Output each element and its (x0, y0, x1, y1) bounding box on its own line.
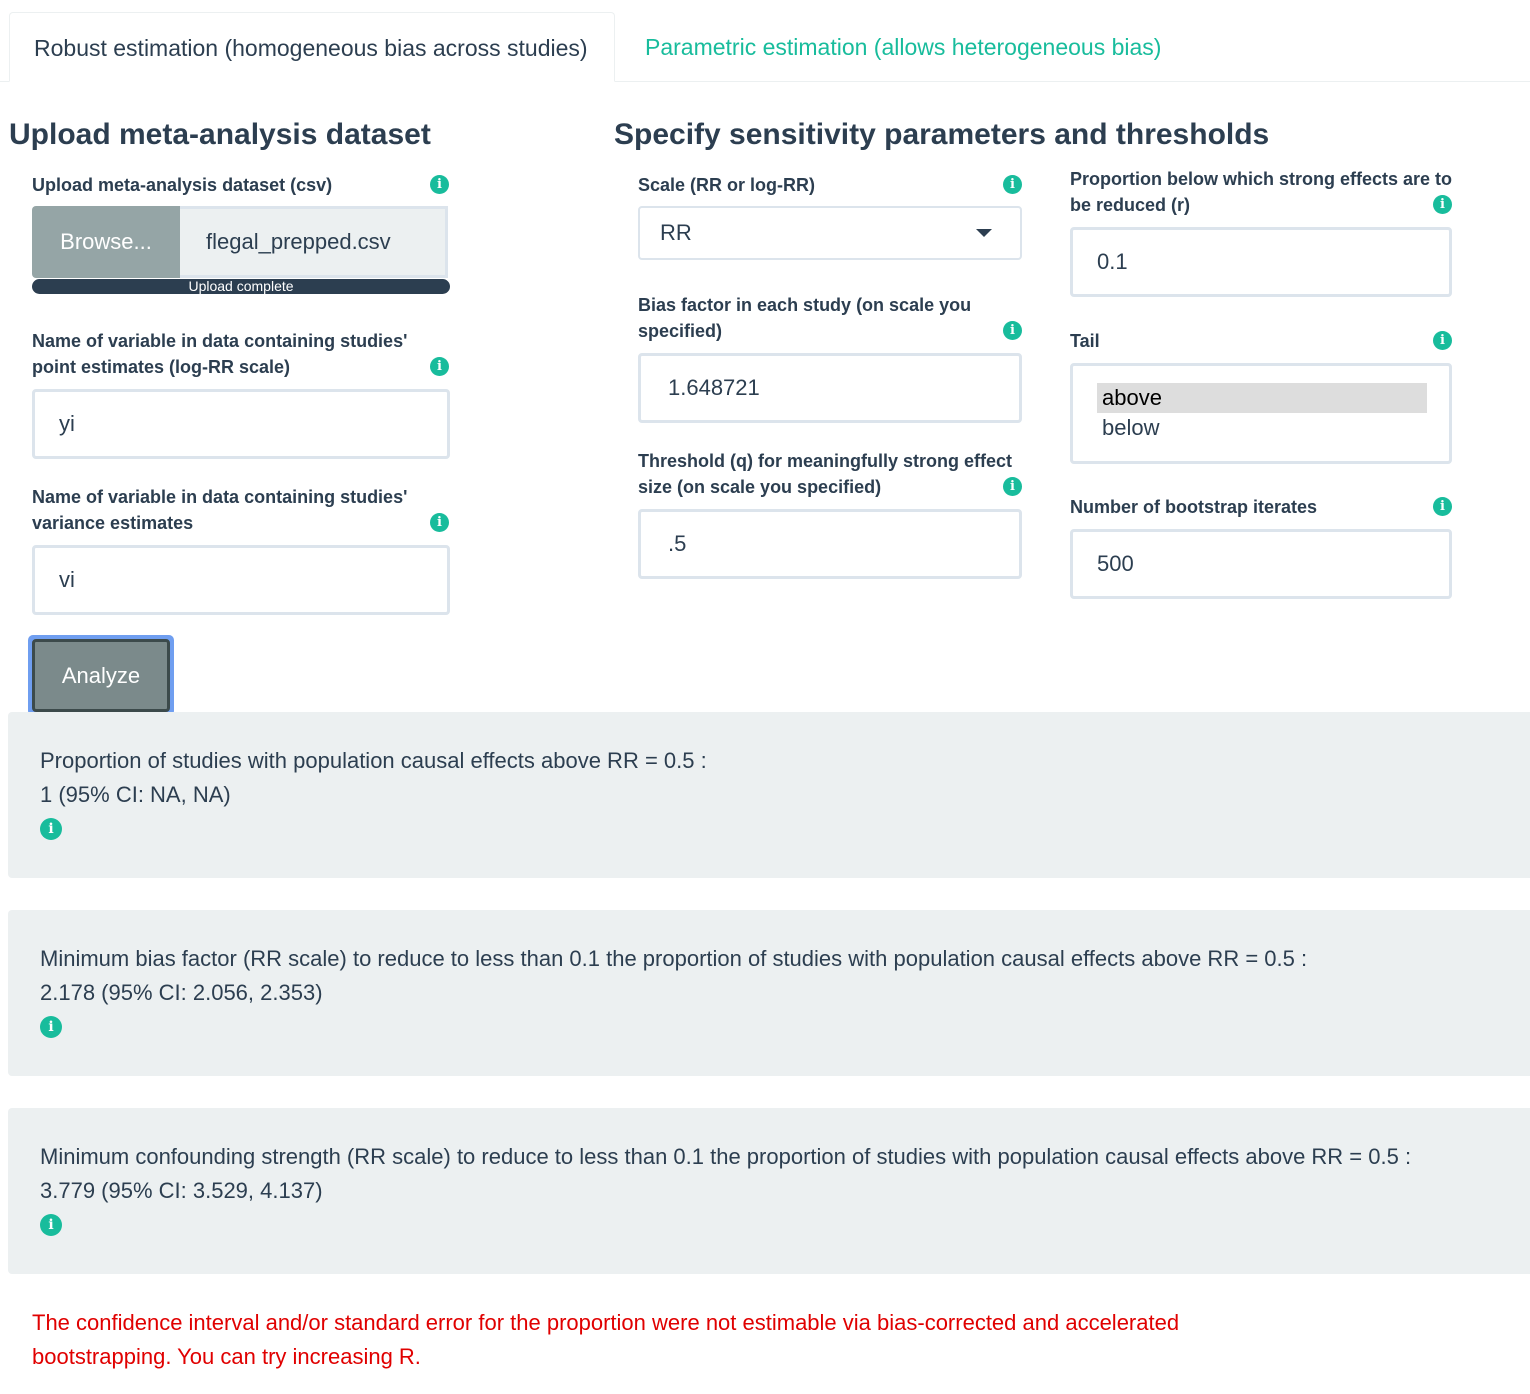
result-value: 3.779 (95% CI: 3.529, 4.137) (40, 1178, 323, 1203)
result-description: Minimum confounding strength (RR scale) … (40, 1144, 1412, 1169)
file-name-field[interactable]: flegal_prepped.csv (180, 206, 448, 278)
error-message: The confidence interval and/or standard … (32, 1310, 1180, 1369)
threshold-label: Threshold (q) for meaningfully strong ef… (638, 451, 1013, 497)
threshold-input[interactable]: .5 (638, 509, 1022, 579)
params-heading: Specify sensitivity parameters and thres… (614, 118, 1270, 151)
proportion-input[interactable]: 0.1 (1070, 227, 1452, 297)
tail-listbox[interactable]: above below (1070, 363, 1452, 464)
upload-progress-bar: Upload complete (32, 279, 450, 294)
result-description: Proportion of studies with population ca… (40, 748, 707, 773)
scale-label: Scale (RR or log-RR) (638, 175, 816, 195)
file-upload: Browse... flegal_prepped.csv (32, 206, 448, 278)
tab-robust-estimation[interactable]: Robust estimation (homogeneous bias acro… (9, 12, 615, 82)
info-icon[interactable]: i (1433, 195, 1452, 214)
result-panel-min-bias-factor: Minimum bias factor (RR scale) to reduce… (8, 910, 1530, 1076)
tail-option-above[interactable]: above (1097, 383, 1427, 413)
bootstrap-input[interactable]: 500 (1070, 529, 1452, 599)
info-icon[interactable]: i (40, 1214, 62, 1236)
info-icon[interactable]: i (430, 175, 449, 194)
bootstrap-label: Number of bootstrap iterates (1070, 497, 1318, 517)
info-icon[interactable]: i (40, 1016, 62, 1038)
info-icon[interactable]: i (1003, 321, 1022, 340)
variance-label: Name of variable in data containing stud… (32, 487, 408, 533)
info-icon[interactable]: i (1433, 331, 1452, 350)
info-icon[interactable]: i (1433, 497, 1452, 516)
result-description: Minimum bias factor (RR scale) to reduce… (40, 946, 1308, 971)
tail-label: Tail (1070, 331, 1100, 351)
browse-button[interactable]: Browse... (32, 206, 180, 278)
variance-input[interactable]: vi (32, 545, 450, 615)
scale-selected-value: RR (660, 220, 692, 245)
point-estimate-input[interactable]: yi (32, 389, 450, 459)
point-estimate-label: Name of variable in data containing stud… (32, 331, 408, 377)
proportion-label: Proportion below which strong effects ar… (1070, 169, 1453, 215)
info-icon[interactable]: i (40, 818, 62, 840)
analyze-button-focus-ring: Analyze (28, 635, 174, 716)
tab-bar: Robust estimation (homogeneous bias acro… (0, 0, 1530, 82)
tab-parametric-estimation[interactable]: Parametric estimation (allows heterogene… (621, 12, 1185, 82)
upload-heading: Upload meta-analysis dataset (9, 118, 431, 151)
result-panel-proportion: Proportion of studies with population ca… (8, 712, 1530, 878)
result-value: 2.178 (95% CI: 2.056, 2.353) (40, 980, 323, 1005)
result-value: 1 (95% CI: NA, NA) (40, 782, 231, 807)
info-icon[interactable]: i (1003, 477, 1022, 496)
caret-down-icon (976, 229, 992, 237)
bias-factor-input[interactable]: 1.648721 (638, 353, 1022, 423)
bias-factor-label: Bias factor in each study (on scale you … (638, 295, 972, 341)
file-upload-label: Upload meta-analysis dataset (csv) (32, 175, 333, 195)
scale-select[interactable]: RR (638, 206, 1022, 260)
info-icon[interactable]: i (1003, 175, 1022, 194)
analyze-button[interactable]: Analyze (32, 639, 170, 712)
result-panel-min-confounding: Minimum confounding strength (RR scale) … (8, 1108, 1530, 1274)
info-icon[interactable]: i (430, 513, 449, 532)
tail-option-below[interactable]: below (1097, 413, 1427, 443)
info-icon[interactable]: i (430, 357, 449, 376)
